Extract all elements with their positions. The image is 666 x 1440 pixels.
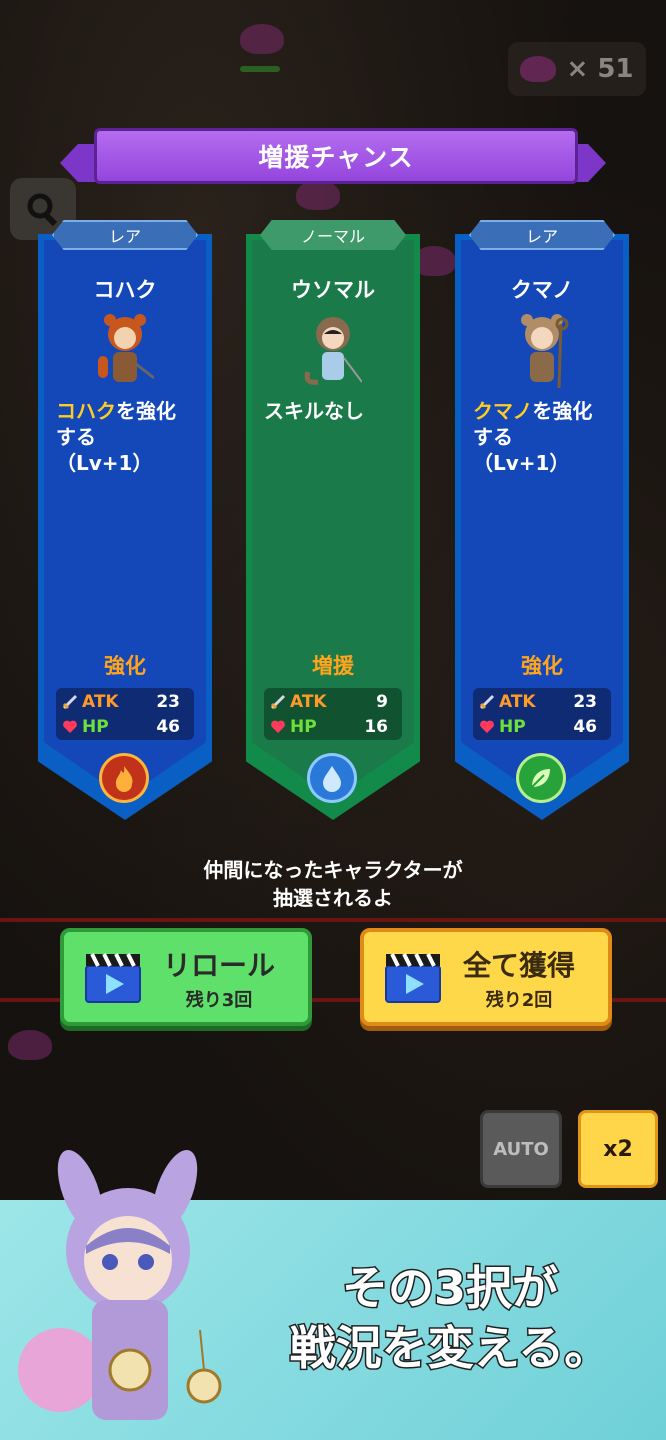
enemy-hp-bar <box>240 66 280 72</box>
reroll-label: リロール <box>162 949 275 982</box>
defense-line <box>0 918 666 922</box>
promo-headline: その3択が 戦況を変える。 <box>240 1258 660 1378</box>
choice-card-kohaku[interactable]: レア コハク コハクを強化 する （Lv+1） 強化 ATK 23 HP 46 <box>38 220 212 820</box>
atk-label: ATK <box>290 692 327 712</box>
enemy-icon <box>520 56 557 82</box>
atk-value: 23 <box>573 692 597 712</box>
sword-icon <box>62 694 78 710</box>
sword-icon <box>479 694 495 710</box>
skill-level-text: （Lv+1） <box>56 451 153 475</box>
hp-label: HP <box>290 717 317 737</box>
skill-text: を強化 <box>532 399 593 423</box>
auto-button[interactable]: AUTO <box>480 1110 562 1188</box>
get-all-button[interactable]: 全て獲得 残り2回 <box>360 928 612 1026</box>
sword-icon <box>270 694 286 710</box>
skill-description: クマノを強化 する （Lv+1） <box>473 398 623 476</box>
heart-icon <box>63 720 77 733</box>
hp-value: 46 <box>573 717 597 737</box>
enemy-sprite <box>8 1030 52 1060</box>
hp-value: 46 <box>156 717 180 737</box>
promo-line: 戦況を変える。 <box>288 1320 612 1377</box>
hp-value: 16 <box>364 717 388 737</box>
card-type: 強化 <box>104 654 146 678</box>
choice-card-usomaru[interactable]: ノーマル ウソマル スキルなし 増援 ATK 9 HP 16 <box>246 220 420 820</box>
water-icon <box>310 756 354 800</box>
atk-row: ATK 23 <box>473 690 611 714</box>
rarity-tag: レア <box>52 220 198 250</box>
promo-line: その3択が <box>340 1260 559 1317</box>
character-name: ウソマル <box>291 278 375 302</box>
otter-character-sprite <box>304 317 362 385</box>
hp-label: HP <box>499 717 526 737</box>
skill-text: を強化 <box>116 399 176 423</box>
bear-character-sprite <box>521 314 569 389</box>
skill-target: コハク <box>56 399 116 423</box>
atk-label: ATK <box>499 692 536 712</box>
skill-text: スキルなし <box>264 399 364 423</box>
caption-line: 抽選されるよ <box>273 886 393 910</box>
skill-description: スキルなし <box>264 398 414 424</box>
stats-panel: ATK 23 HP 46 <box>56 688 194 740</box>
skill-description: コハクを強化 する （Lv+1） <box>56 398 206 476</box>
reinforcement-banner: 増援チャンス <box>60 126 606 188</box>
card-type: 増援 <box>312 654 354 678</box>
heart-icon <box>271 720 285 733</box>
get-all-remaining: 残り2回 <box>485 990 553 1011</box>
skill-level-text: （Lv+1） <box>473 451 570 475</box>
clapperboard-icon <box>85 953 141 1003</box>
character-name: コハク <box>93 278 157 302</box>
skill-text: する <box>473 425 513 449</box>
enemy-sprite <box>240 24 284 54</box>
red-panda-character-sprite <box>98 314 154 382</box>
choice-card-kumano[interactable]: レア クマノ クマノを強化 する （Lv+1） 強化 ATK 23 HP 46 <box>455 220 629 820</box>
atk-value: 9 <box>376 692 388 712</box>
lottery-caption: 仲間になったキャラクターが 抽選されるよ <box>0 856 666 912</box>
enemy-count: × 51 <box>566 54 634 84</box>
card-type: 強化 <box>521 654 563 678</box>
bunny-mascot-illustration <box>18 1150 222 1420</box>
reroll-button[interactable]: リロール 残り3回 <box>60 928 312 1026</box>
hp-label: HP <box>82 717 109 737</box>
enemy-counter: × 51 <box>508 42 646 96</box>
hp-row: HP 46 <box>56 715 194 739</box>
clapperboard-icon <box>385 953 441 1003</box>
caption-line: 仲間になったキャラクターが <box>203 858 463 882</box>
skill-target: クマノ <box>473 399 533 423</box>
atk-value: 23 <box>156 692 180 712</box>
atk-label: ATK <box>82 692 119 712</box>
rarity-tag: レア <box>469 220 615 250</box>
fire-icon <box>102 756 146 800</box>
atk-row: ATK 9 <box>264 690 402 714</box>
skill-text: する <box>56 425 96 449</box>
atk-row: ATK 23 <box>56 690 194 714</box>
rarity-tag: ノーマル <box>260 220 406 250</box>
get-all-label: 全て獲得 <box>462 949 575 982</box>
hp-row: HP 16 <box>264 715 402 739</box>
hp-row: HP 46 <box>473 715 611 739</box>
reroll-remaining: 残り3回 <box>185 990 253 1011</box>
stats-panel: ATK 23 HP 46 <box>473 688 611 740</box>
heart-icon <box>480 720 494 733</box>
speed-button[interactable]: x2 <box>578 1110 658 1188</box>
banner-title: 増援チャンス <box>94 128 578 184</box>
leaf-icon <box>519 756 563 800</box>
character-name: クマノ <box>510 278 574 302</box>
stats-panel: ATK 9 HP 16 <box>264 688 402 740</box>
